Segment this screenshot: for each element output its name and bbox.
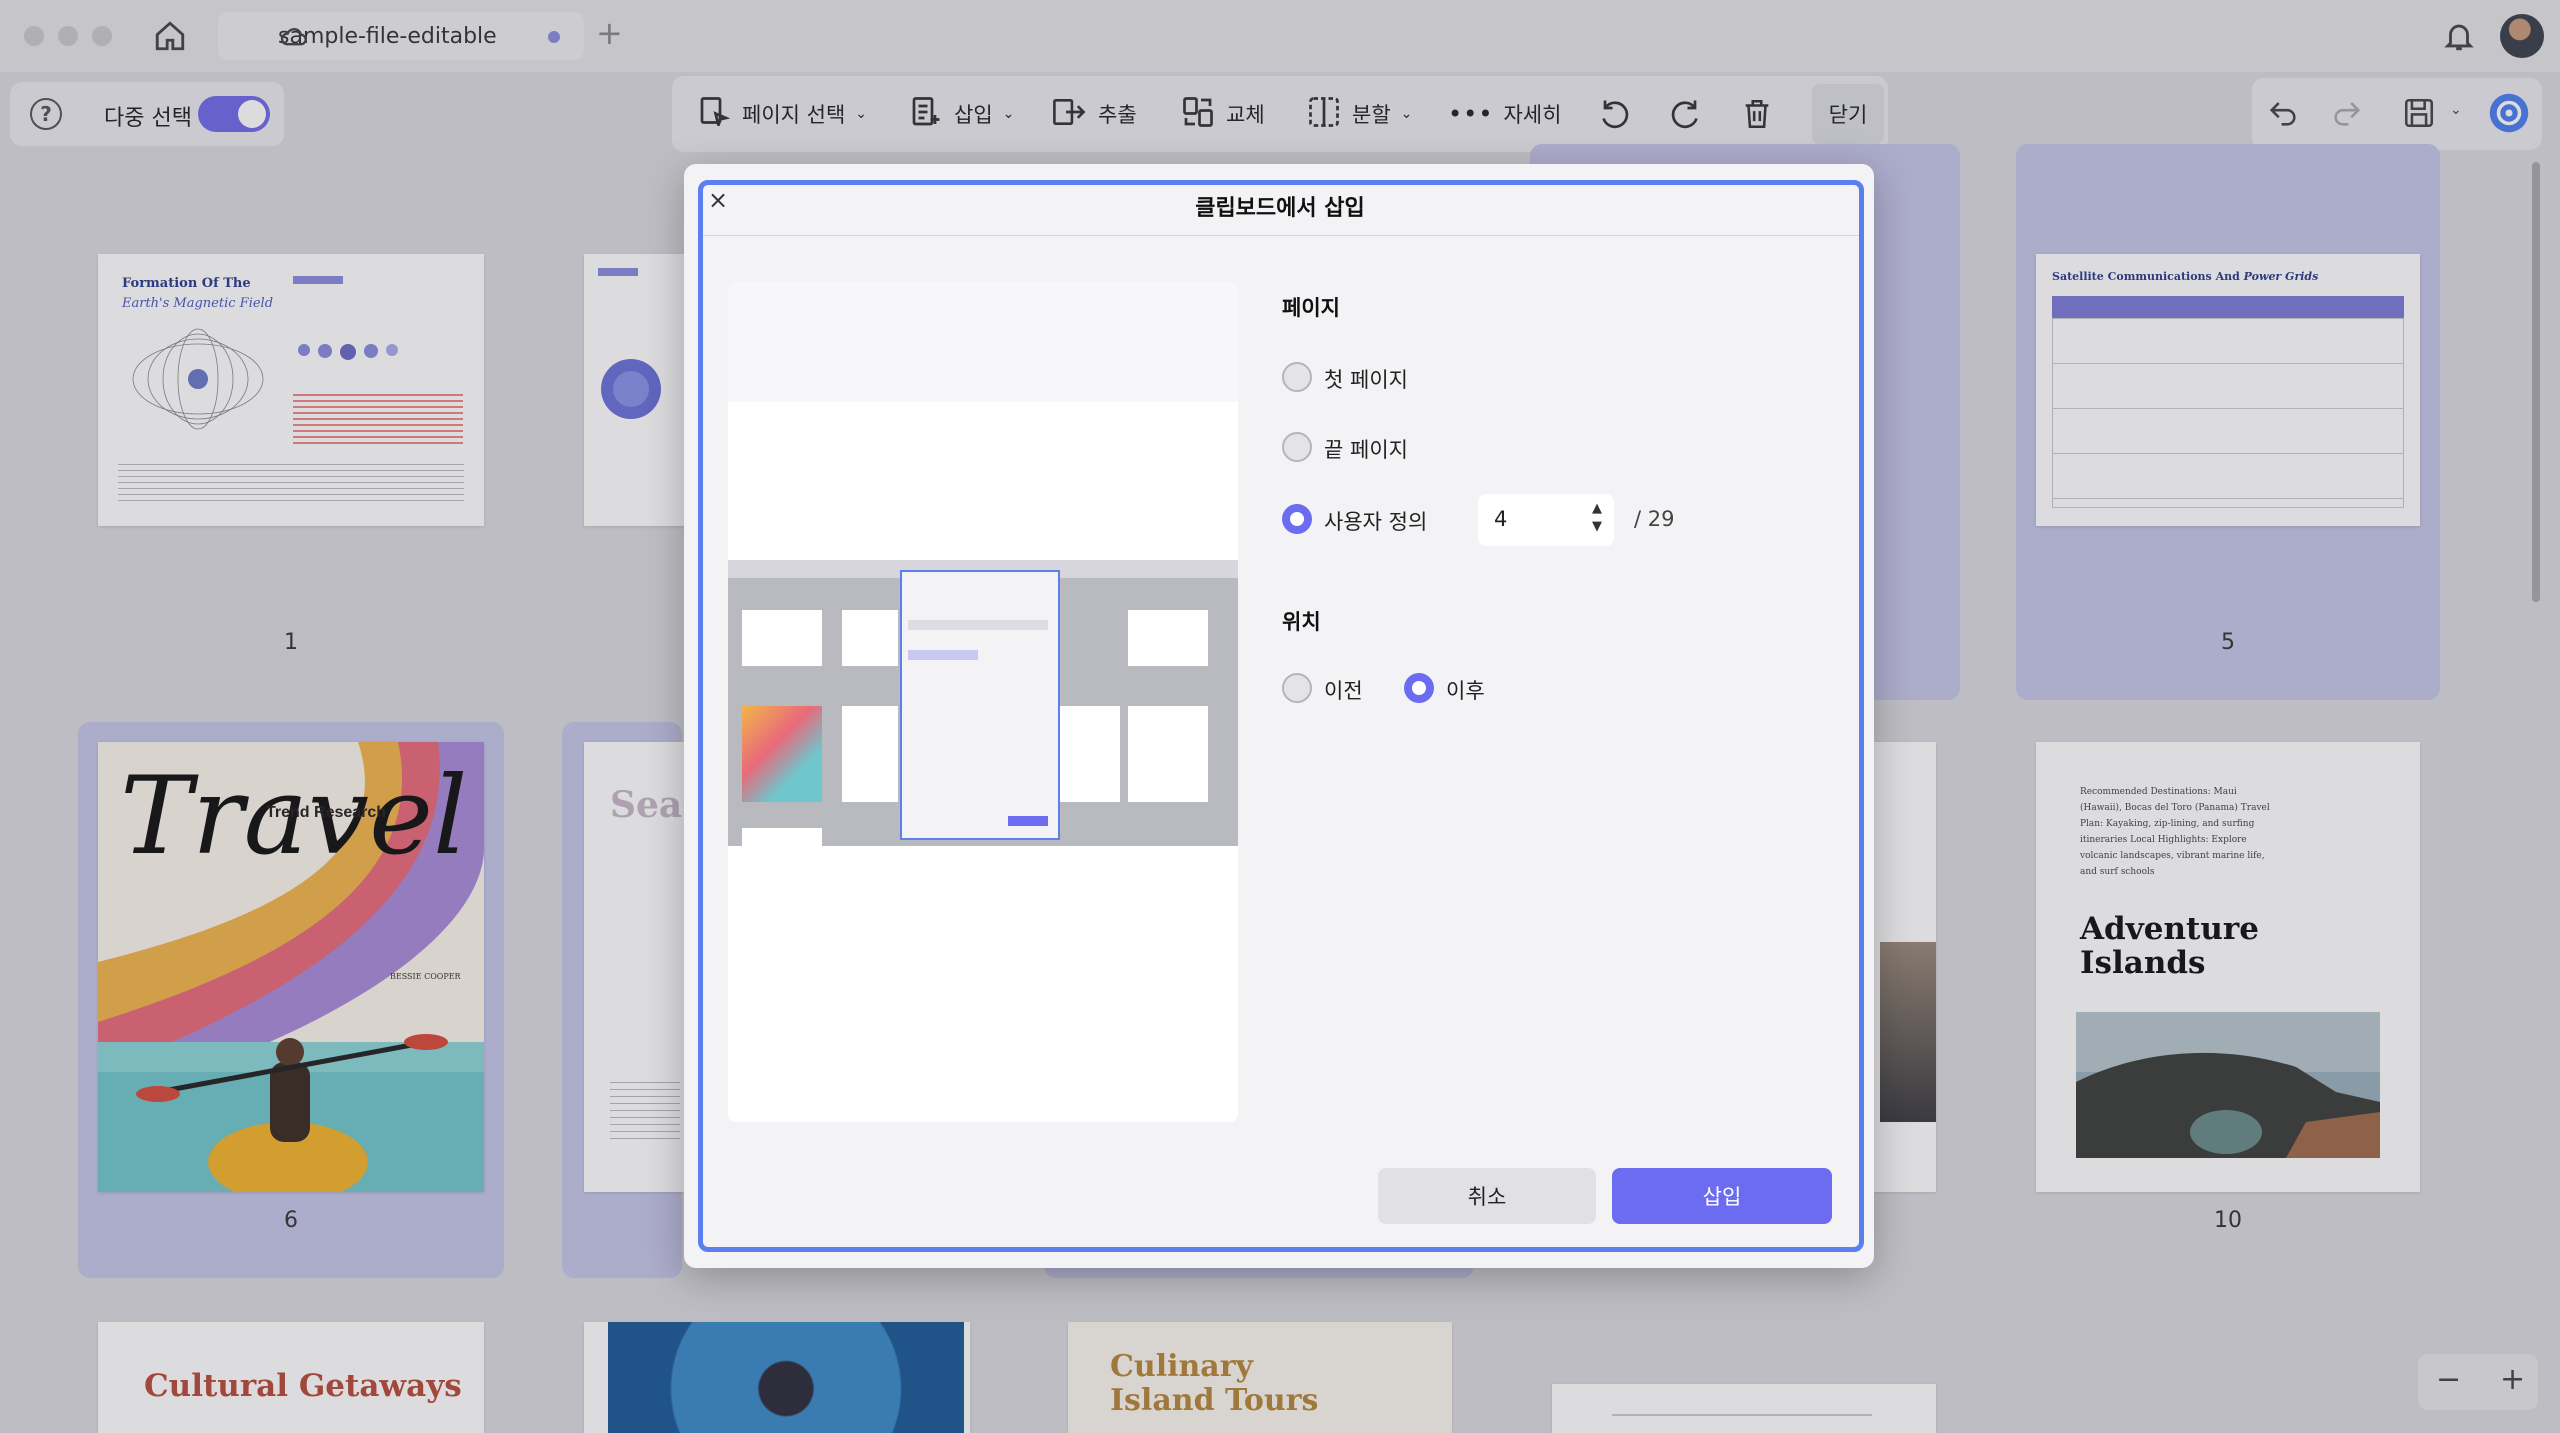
insert-button-primary[interactable]: 삽입 (1612, 1168, 1832, 1224)
after-radio[interactable] (1404, 673, 1434, 703)
first-page-label[interactable]: 첫 페이지 (1324, 364, 1408, 394)
page-section-label: 페이지 (1282, 296, 1340, 320)
clipboard-preview (728, 282, 1238, 1122)
position-section-label: 위치 (1282, 610, 1321, 634)
stepper-down-icon[interactable]: ▼ (1592, 518, 1602, 536)
dialog-title: 클립보드에서 삽입 (1195, 196, 1365, 221)
custom-page-label[interactable]: 사용자 정의 (1324, 506, 1427, 536)
before-label[interactable]: 이전 (1324, 675, 1363, 705)
dialog-header-divider (703, 235, 1859, 236)
last-page-label[interactable]: 끝 페이지 (1324, 434, 1408, 464)
cancel-button[interactable]: 취소 (1378, 1168, 1596, 1224)
total-pages-label: / 29 (1634, 507, 1675, 531)
first-page-radio[interactable] (1282, 362, 1312, 392)
before-radio[interactable] (1282, 673, 1312, 703)
last-page-radio[interactable] (1282, 432, 1312, 462)
after-label[interactable]: 이후 (1446, 675, 1485, 705)
page-number-stepper[interactable]: ▲ ▼ (1592, 500, 1602, 536)
stepper-up-icon[interactable]: ▲ (1592, 500, 1602, 518)
custom-page-radio[interactable] (1282, 504, 1312, 534)
clipboard-screenshot-thumbnail (728, 560, 1238, 846)
close-icon[interactable]: × (708, 186, 728, 214)
